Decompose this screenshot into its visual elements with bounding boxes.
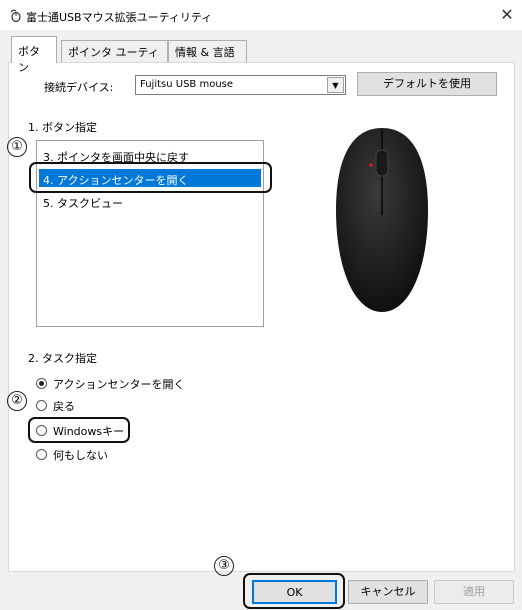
- radio-icon[interactable]: [36, 449, 47, 460]
- cancel-button[interactable]: キャンセル: [348, 580, 428, 604]
- tab-pointer-utility[interactable]: ポインタ ユーティリティ: [61, 40, 168, 75]
- radio-option-action-center[interactable]: アクションセンターを開く: [36, 376, 184, 392]
- highlight-box-windows-key: [28, 417, 130, 443]
- radio-label: アクションセンターを開く: [53, 378, 185, 391]
- radio-checked-icon[interactable]: [36, 378, 47, 389]
- highlight-box-list-item: [29, 162, 272, 193]
- list-item[interactable]: 5. タスクビュー: [39, 192, 261, 210]
- device-select[interactable]: Fujitsu USB mouse: [135, 75, 346, 95]
- use-default-button[interactable]: デフォルトを使用: [357, 72, 497, 96]
- callout-number-2: ②: [7, 391, 27, 411]
- radio-label: 何もしない: [53, 449, 108, 462]
- apply-button[interactable]: 適用: [434, 580, 514, 604]
- callout-number-1: ①: [7, 137, 27, 157]
- button-section-heading: 1. ボタン指定: [28, 121, 97, 134]
- callout-number-3: ③: [214, 556, 234, 576]
- radio-label: 戻る: [53, 400, 75, 413]
- radio-icon[interactable]: [36, 400, 47, 411]
- close-icon[interactable]: ✕: [498, 6, 516, 24]
- chevron-down-icon[interactable]: ▼: [327, 77, 344, 93]
- highlight-box-ok: [243, 573, 345, 609]
- radio-option-nothing[interactable]: 何もしない: [36, 447, 108, 463]
- device-label: 接続デバイス:: [44, 81, 114, 94]
- mouse-image: [320, 120, 445, 320]
- task-section-heading: 2. タスク指定: [28, 352, 97, 365]
- tab-info-language[interactable]: 情報 & 言語: [168, 40, 247, 62]
- tab-buttons[interactable]: ボタン: [11, 36, 57, 74]
- mouse-app-icon: [8, 8, 22, 23]
- window-title: 富士通USBマウス拡張ユーティリティ: [26, 11, 213, 24]
- radio-option-back[interactable]: 戻る: [36, 398, 75, 414]
